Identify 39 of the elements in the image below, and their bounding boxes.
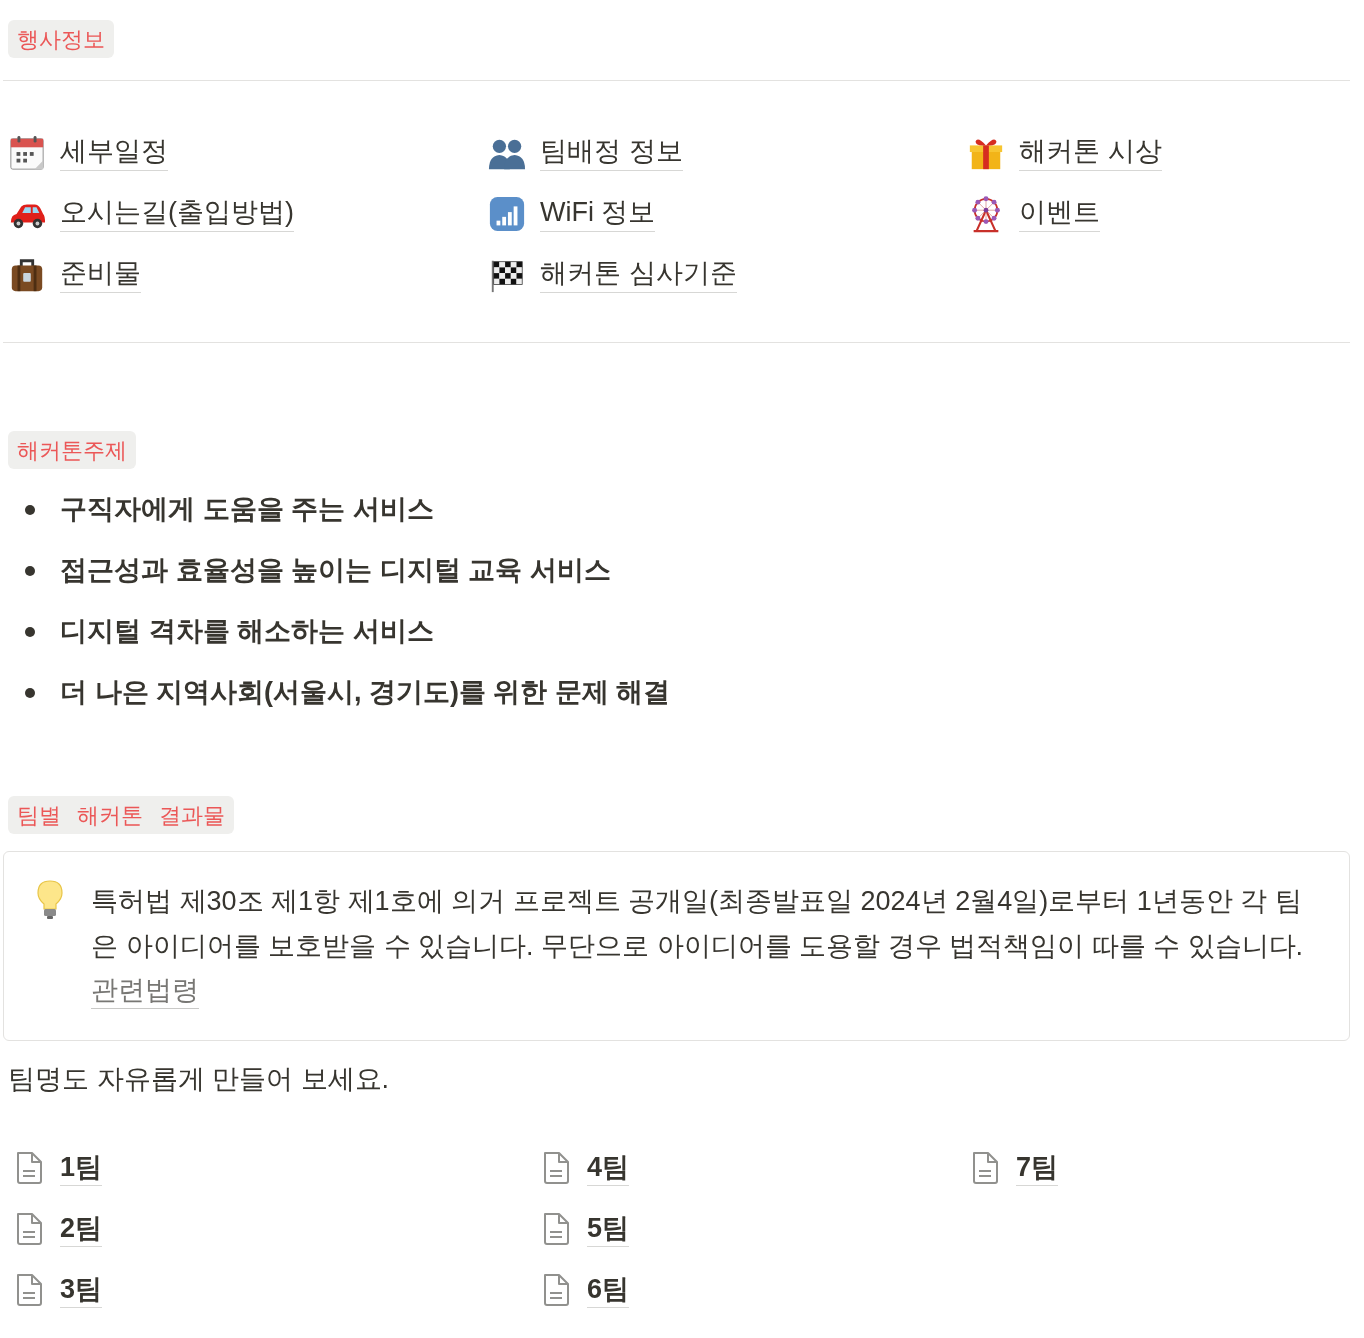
page-icon xyxy=(14,1272,44,1307)
bullet-icon xyxy=(25,687,35,698)
page-link[interactable]: 5팀 xyxy=(587,1210,630,1247)
page-link[interactable]: 팀배정 정보 xyxy=(540,134,683,171)
callout-text: 특허법 제30조 제1항 제1호에 의거 프로젝트 공개일(최종발표일 2024년 2월4일)로부터 1년동안 각 팀은 아이디어를 보호받을 수 있습니다. 무단으로 아이디어를 도용할 경우 법적책임이 따를 수 있습니다. xyxy=(91,885,1305,963)
page-icon xyxy=(14,1211,44,1246)
page-link[interactable]: 6팀 xyxy=(587,1271,630,1308)
page-link[interactable]: 해커톤 심사기준 xyxy=(540,256,737,293)
calendar-icon xyxy=(8,133,46,172)
page-link[interactable]: 1팀 xyxy=(60,1149,103,1186)
list-item-text: 구직자에게 도움을 주는 서비스 xyxy=(60,493,434,527)
page-link[interactable]: 7팀 xyxy=(1016,1149,1059,1186)
related-law-link[interactable]: 관련법령 xyxy=(91,973,199,1010)
bullet-icon xyxy=(25,626,35,637)
page-link[interactable]: 오시는길(출입방법) xyxy=(60,195,294,232)
note-text: 팀명도 자유롭게 만들어 보세요. xyxy=(8,1063,389,1097)
page-icon xyxy=(541,1150,571,1185)
page-link[interactable]: 세부일정 xyxy=(60,134,168,171)
page-icon xyxy=(970,1150,1000,1185)
page-link[interactable]: 4팀 xyxy=(587,1149,630,1186)
list-item-text: 접근성과 효율성을 높이는 디지털 교육 서비스 xyxy=(60,554,611,588)
bullet-icon xyxy=(25,504,35,515)
page-icon xyxy=(541,1211,571,1246)
list-item-text: 디지털 격차를 해소하는 서비스 xyxy=(60,615,434,649)
page-link[interactable]: 준비물 xyxy=(60,256,141,293)
bullet-icon xyxy=(25,565,35,576)
page-icon xyxy=(541,1272,571,1307)
page-link[interactable]: 2팀 xyxy=(60,1210,103,1247)
section-label: 해커톤주제 xyxy=(8,431,136,469)
section-label: 행사정보 xyxy=(8,20,114,58)
page-link[interactable]: 이벤트 xyxy=(1019,195,1100,232)
page-link[interactable]: WiFi 정보 xyxy=(540,195,656,232)
page-link[interactable]: 3팀 xyxy=(60,1271,103,1308)
page-link[interactable]: 해커톤 시상 xyxy=(1019,134,1162,171)
page-icon xyxy=(14,1150,44,1185)
lightbulb-icon xyxy=(35,879,65,921)
signal-bars-icon xyxy=(488,194,526,233)
section-label: 팀별 해커톤 결과물 xyxy=(8,796,235,834)
list-item-text: 더 나은 지역사회(서울시, 경기도)를 위한 문제 해결 xyxy=(60,676,671,710)
